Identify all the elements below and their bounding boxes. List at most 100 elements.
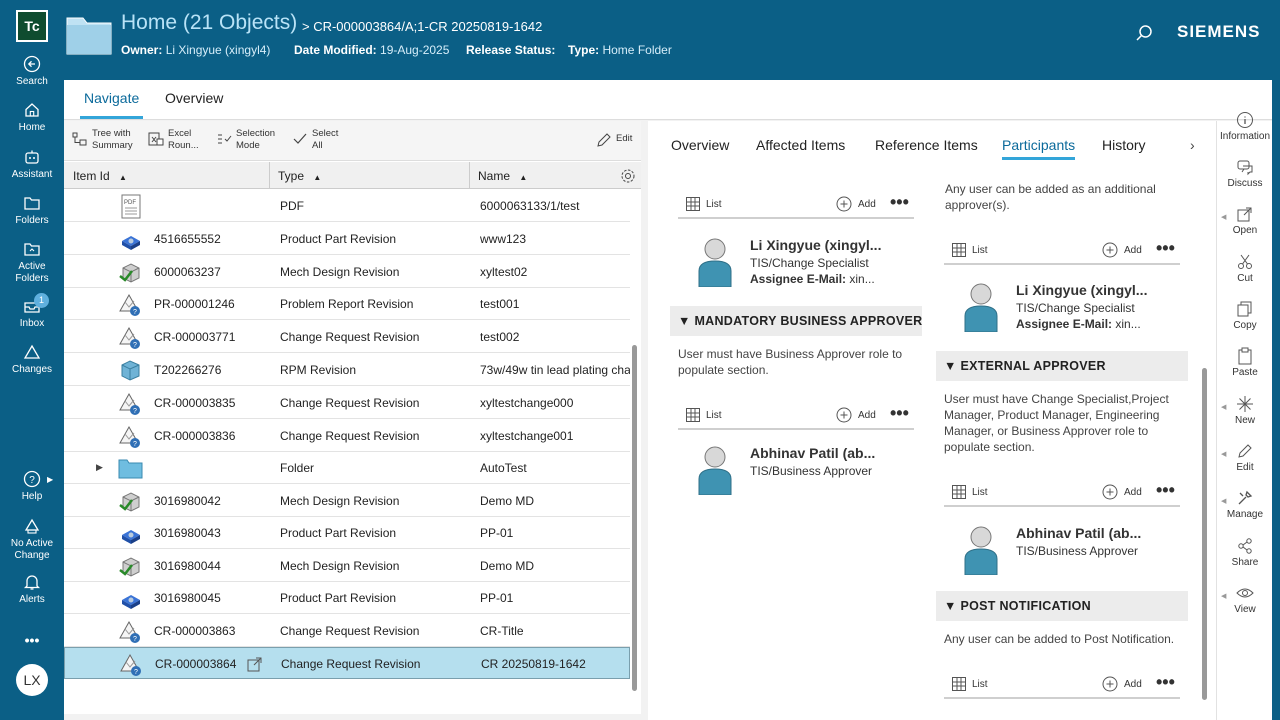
breadcrumb[interactable]: > CR-000003864/A;1-CR 20250819-1642 (302, 19, 542, 34)
table-row[interactable]: 3016980044 Mech Design Revision Demo MD (64, 550, 630, 582)
table-row[interactable]: T202266276 RPM Revision 73w/49w tin lead p… (64, 354, 630, 386)
table-row[interactable]: ? CR-000003836 Change Request Revision xylt… (64, 420, 630, 452)
list-label[interactable]: List (706, 199, 722, 210)
action-information[interactable]: Information (1217, 111, 1273, 142)
nav-search[interactable]: Search (0, 55, 64, 88)
table-row[interactable]: ? CR-000003864 Change Request Revision CR 2… (64, 647, 630, 679)
table-row[interactable]: 3016980043 Product Part Revision PP-01 (64, 517, 630, 549)
action-edit[interactable]: ◀ Edit (1217, 442, 1273, 473)
table-row[interactable]: ? CR-000003863 Change Request Revision CR-T… (64, 615, 630, 647)
expand-icon[interactable]: ▶ (96, 462, 103, 473)
search-icon[interactable] (1135, 24, 1153, 42)
table-row[interactable]: 3016980045 Product Part Revision PP-01 (64, 582, 630, 614)
add-button[interactable]: Add (1124, 245, 1142, 256)
add-icon[interactable] (1102, 676, 1118, 692)
chevron-right-icon[interactable]: › (1190, 137, 1195, 153)
post-notification-header[interactable]: ▼ POST NOTIFICATION (936, 591, 1188, 621)
release-status-label: Release Status: (466, 43, 556, 57)
action-new[interactable]: ◀ New (1217, 395, 1273, 426)
add-icon[interactable] (1102, 484, 1118, 500)
table-row[interactable]: 3016980042 Mech Design Revision Demo MD (64, 485, 630, 517)
table-row[interactable]: ? CR-000003835 Change Request Revision xylt… (64, 387, 630, 419)
action-manage[interactable]: ◀ Manage (1217, 489, 1273, 520)
action-share[interactable]: Share (1217, 537, 1273, 568)
action-view[interactable]: ◀ View (1217, 584, 1273, 615)
grid-list-icon[interactable] (952, 677, 966, 691)
table-row[interactable]: ? CR-000003771 Change Request Revision test… (64, 321, 630, 353)
action-open[interactable]: ◀ Open (1217, 205, 1273, 236)
tab-reference-items[interactable]: Reference Items (875, 137, 978, 153)
more-icon[interactable]: ••• (0, 633, 64, 647)
tab-history[interactable]: History (1102, 137, 1146, 153)
more-options-icon[interactable]: ••• (1156, 672, 1175, 693)
tab-overview-summary[interactable]: Overview (671, 137, 729, 153)
nav-folders[interactable]: Folders (0, 194, 64, 227)
nav-active-folders[interactable]: Active Folders (0, 240, 64, 285)
summary-vertical-scrollbar[interactable] (1202, 368, 1207, 700)
tab-participants[interactable]: Participants (1002, 137, 1076, 160)
nav-no-active-change[interactable]: No Active Change (0, 517, 64, 562)
action-cut[interactable]: Cut (1217, 253, 1273, 284)
more-options-icon[interactable]: ••• (890, 192, 909, 213)
more-options-icon[interactable]: ••• (1156, 480, 1175, 501)
grid-list-icon[interactable] (686, 408, 700, 422)
table-vertical-scrollbar[interactable] (632, 345, 637, 691)
column-type[interactable]: Type ▲ (278, 169, 321, 183)
participant-card[interactable]: Abhinav Patil (ab... TIS/Business Approv… (698, 445, 918, 501)
action-paste[interactable]: Paste (1217, 347, 1273, 378)
list-label[interactable]: List (706, 410, 722, 421)
column-item-id[interactable]: Item Id ▲ (73, 169, 127, 183)
table-row[interactable]: PDF PDF 6000063133/1/test (64, 190, 630, 222)
add-icon[interactable] (1102, 242, 1118, 258)
location-header: Home (21 Objects) > CR-000003864/A;1-CR … (64, 0, 1280, 80)
column-divider[interactable] (469, 162, 470, 189)
settings-gear-icon[interactable] (620, 168, 636, 184)
participant-card[interactable]: Li Xingyue (xingyl... TIS/Change Special… (964, 282, 1194, 338)
external-approver-header[interactable]: ▼ EXTERNAL APPROVER (936, 351, 1188, 381)
add-button[interactable]: Add (1124, 679, 1142, 690)
nav-changes[interactable]: Changes (0, 343, 64, 376)
grid-list-icon[interactable] (952, 485, 966, 499)
column-divider[interactable] (269, 162, 270, 189)
nav-inbox[interactable]: 1 Inbox (0, 293, 64, 330)
cell-type: Mech Design Revision (280, 559, 400, 573)
excel-label-2: Roun... (168, 140, 199, 151)
tree-label-1: Tree with (92, 128, 131, 139)
tab-overview[interactable]: Overview (165, 90, 223, 106)
change-type-icon: ? (118, 619, 144, 648)
action-copy[interactable]: Copy (1217, 300, 1273, 331)
table-row[interactable]: 6000063237 Mech Design Revision xyltest02 (64, 256, 630, 288)
column-name[interactable]: Name ▲ (478, 169, 527, 183)
participant-card[interactable]: Li Xingyue (xingyl... TIS/Change Special… (698, 237, 918, 293)
more-options-icon[interactable]: ••• (890, 403, 909, 424)
open-in-new-icon[interactable] (247, 656, 263, 672)
add-icon[interactable] (836, 407, 852, 423)
add-icon[interactable] (836, 196, 852, 212)
add-button[interactable]: Add (1124, 487, 1142, 498)
action-discuss[interactable]: Discuss (1217, 158, 1273, 189)
svg-text:?: ? (133, 636, 137, 643)
tab-affected-items[interactable]: Affected Items (756, 137, 845, 153)
nav-assistant[interactable]: Assistant (0, 148, 64, 181)
grid-list-icon[interactable] (686, 197, 700, 211)
grid-list-icon[interactable] (952, 243, 966, 257)
add-button[interactable]: Add (858, 199, 876, 210)
nav-alerts[interactable]: Alerts (0, 573, 64, 606)
nav-help[interactable]: ? Help ▶ (0, 470, 64, 503)
user-avatar[interactable]: LX (16, 664, 48, 696)
nav-home[interactable]: Home (0, 101, 64, 134)
list-label[interactable]: List (972, 245, 988, 256)
participant-card[interactable]: Abhinav Patil (ab... TIS/Business Approv… (964, 525, 1194, 581)
table-row[interactable]: ? PR-000001246 Problem Report Revision test… (64, 288, 630, 320)
more-options-icon[interactable]: ••• (1156, 238, 1175, 259)
mandatory-business-approver-header[interactable]: ▼ MANDATORY BUSINESS APPROVER (670, 306, 922, 336)
checkmark-icon (293, 133, 307, 144)
list-label[interactable]: List (972, 679, 988, 690)
table-row[interactable]: 4516655552 Product Part Revision www123 (64, 223, 630, 255)
tab-navigate[interactable]: Navigate (79, 90, 144, 119)
help-icon: ? (23, 470, 41, 488)
add-button[interactable]: Add (858, 410, 876, 421)
owner-value[interactable]: Li Xingyue (xingyl4) (166, 43, 271, 57)
list-label[interactable]: List (972, 487, 988, 498)
table-row[interactable]: ▶ Folder AutoTest (64, 452, 630, 484)
